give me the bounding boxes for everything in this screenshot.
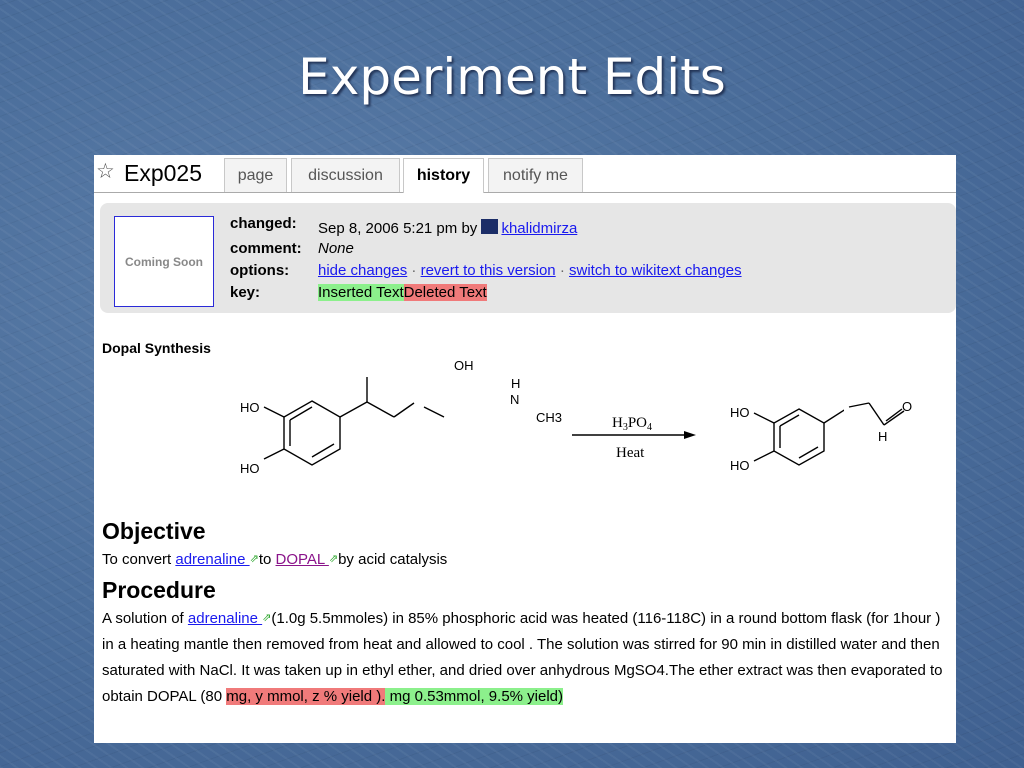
objective-heading: Objective bbox=[102, 518, 206, 544]
options-label: options: bbox=[230, 262, 290, 279]
page-title: Exp025 bbox=[124, 160, 203, 186]
adrenaline-link[interactable]: adrenaline bbox=[175, 551, 249, 568]
condition-label: Heat bbox=[616, 445, 645, 461]
tab-history[interactable]: history bbox=[403, 158, 484, 193]
separator: · bbox=[411, 262, 417, 279]
tab-notify-me[interactable]: notify me bbox=[488, 158, 583, 192]
hide-changes-link[interactable]: hide changes bbox=[318, 262, 407, 279]
changed-date: Sep 8, 2006 5:21 pm by bbox=[318, 220, 478, 237]
options-value: hide changes · revert to this version · … bbox=[318, 262, 742, 279]
atom-ch3: CH3 bbox=[536, 410, 562, 425]
thumbnail-placeholder: Coming Soon bbox=[114, 216, 214, 307]
changed-value: Sep 8, 2006 5:21 pm by khalidmirza bbox=[318, 219, 577, 237]
external-link-icon: ⇗ bbox=[328, 553, 339, 565]
procedure-heading: Procedure bbox=[102, 577, 216, 603]
adrenaline-link[interactable]: adrenaline bbox=[188, 610, 262, 627]
objective-pre: To convert bbox=[102, 551, 176, 568]
procedure-pre: A solution of bbox=[102, 610, 188, 627]
atom-oh: OH bbox=[454, 358, 474, 373]
key-inserted: Inserted Text bbox=[318, 284, 404, 301]
reagent-label: H3PO4 bbox=[612, 415, 652, 433]
adrenaline-structure bbox=[263, 377, 445, 466]
user-icon bbox=[481, 219, 499, 234]
atom-o: O bbox=[902, 399, 912, 414]
changed-label: changed: bbox=[230, 215, 297, 232]
procedure-text: A solution of adrenaline ⇗(1.0g 5.5mmole… bbox=[102, 605, 948, 710]
atom-ho-2: HO bbox=[240, 461, 260, 476]
comment-label: comment: bbox=[230, 240, 302, 257]
objective-post: by acid catalysis bbox=[338, 551, 448, 568]
key-deleted: Deleted Text bbox=[403, 284, 487, 301]
revision-info-box: Coming Soon changed: Sep 8, 2006 5:21 pm… bbox=[100, 203, 956, 313]
revert-link[interactable]: revert to this version bbox=[421, 262, 556, 279]
reaction-scheme: OH HO HO H N CH3 H3PO4 Heat HO HO bbox=[240, 358, 844, 476]
inserted-text: mg 0.53mmol, 9.5% yield) bbox=[385, 688, 564, 705]
separator: · bbox=[559, 262, 565, 279]
arrow-head bbox=[684, 431, 696, 439]
external-link-icon: ⇗ bbox=[249, 553, 259, 565]
key-label: key: bbox=[230, 284, 261, 301]
dopal-aldehyde-group: O H bbox=[848, 399, 912, 444]
atom-n: N bbox=[510, 392, 519, 407]
comment-value: None bbox=[318, 240, 354, 257]
tab-discussion[interactable]: discussion bbox=[291, 158, 400, 192]
dopal-link[interactable]: DOPAL bbox=[276, 551, 329, 568]
user-link[interactable]: khalidmirza bbox=[501, 220, 577, 237]
atom-ho-3: HO bbox=[730, 405, 750, 420]
scheme-title: Dopal Synthesis bbox=[102, 340, 211, 356]
deleted-text: mg, y mmol, z % yield ). bbox=[226, 688, 386, 705]
star-icon[interactable]: ☆ bbox=[96, 159, 115, 184]
atom-h-2: H bbox=[878, 429, 887, 444]
objective-mid: to bbox=[258, 551, 276, 568]
slide-title: Experiment Edits bbox=[298, 48, 726, 106]
external-link-icon: ⇗ bbox=[262, 612, 272, 624]
atom-ho-4: HO bbox=[730, 458, 750, 473]
page-tab-bar: ☆ Exp025 page discussion history notify … bbox=[94, 155, 956, 193]
objective-text: To convert adrenaline ⇗to DOPAL ⇗by acid… bbox=[102, 551, 447, 568]
atom-ho-1: HO bbox=[240, 400, 260, 415]
tab-page[interactable]: page bbox=[224, 158, 287, 192]
wiki-screenshot: OW ☆ Exp025 page discussion history noti… bbox=[94, 155, 956, 743]
atom-h: H bbox=[511, 376, 520, 391]
wikitext-changes-link[interactable]: switch to wikitext changes bbox=[569, 262, 742, 279]
key-value: Inserted TextDeleted Text bbox=[318, 284, 487, 301]
